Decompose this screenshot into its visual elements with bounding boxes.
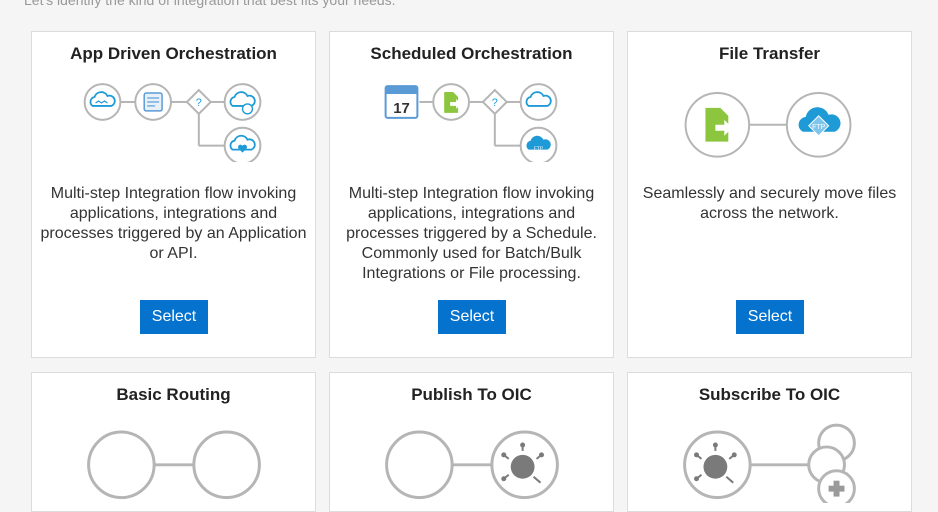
decision-icon: ? <box>481 88 509 116</box>
decision-icon: ? <box>185 88 213 116</box>
app-driven-orchestration-diagram: ? <box>83 83 262 162</box>
pattern-card-scheduled-orchestration[interactable]: Scheduled Orchestration 17 ? FTP Multi-s… <box>329 31 614 358</box>
pattern-card-app-driven-orchestration[interactable]: App Driven Orchestration ? Multi-step In… <box>31 31 316 358</box>
card-description: Seamlessly and securely move files acros… <box>642 185 897 222</box>
subscribe-to-oic-diagram <box>683 423 856 503</box>
pattern-card-publish-to-oic[interactable]: Publish To OIC <box>329 372 614 512</box>
subscribe-event-icon <box>683 430 752 500</box>
card-description: Multi-step Integration flow invoking app… <box>40 185 307 262</box>
ftp-cloud-icon: FTP <box>785 92 852 158</box>
file-green-icon <box>684 92 751 158</box>
select-button-file-transfer[interactable]: Select <box>736 300 804 334</box>
intro-text: Let's identify the kind of integration t… <box>24 0 396 8</box>
pattern-card-file-transfer[interactable]: File Transfer FTP Seamlessly and securel… <box>627 31 912 358</box>
source-node-icon <box>385 430 454 500</box>
svg-text:?: ? <box>492 97 498 109</box>
svg-text:FTP: FTP <box>812 124 825 131</box>
publish-to-oic-diagram <box>385 430 559 500</box>
select-button-app-driven-orchestration[interactable]: Select <box>140 300 208 334</box>
target-node-icon <box>192 430 261 500</box>
card-description: Multi-step Integration flow invoking app… <box>346 185 597 282</box>
svg-text:?: ? <box>196 97 202 109</box>
ftp-cloud-icon: FTP <box>519 126 558 162</box>
cloud-icon <box>83 83 122 121</box>
publish-event-icon <box>490 430 559 500</box>
basic-routing-diagram <box>87 430 261 500</box>
source-node-icon <box>87 430 156 500</box>
document-trigger-icon <box>134 83 173 121</box>
pattern-card-basic-routing[interactable]: Basic Routing <box>31 372 316 512</box>
cloud-heart-icon <box>223 126 262 162</box>
add-subscriber-icon <box>817 469 856 503</box>
file-transfer-diagram: FTP <box>684 92 852 158</box>
file-green-icon <box>432 83 471 121</box>
cloud-icon <box>519 83 558 121</box>
cloud-money-icon <box>223 83 262 121</box>
svg-text:17: 17 <box>393 101 410 117</box>
calendar-icon: 17 <box>384 85 419 119</box>
scheduled-orchestration-diagram: 17 ? FTP <box>384 83 558 162</box>
svg-text:FTP: FTP <box>534 146 544 152</box>
pattern-card-subscribe-to-oic[interactable]: Subscribe To OIC <box>627 372 912 512</box>
select-button-scheduled-orchestration[interactable]: Select <box>438 300 506 334</box>
